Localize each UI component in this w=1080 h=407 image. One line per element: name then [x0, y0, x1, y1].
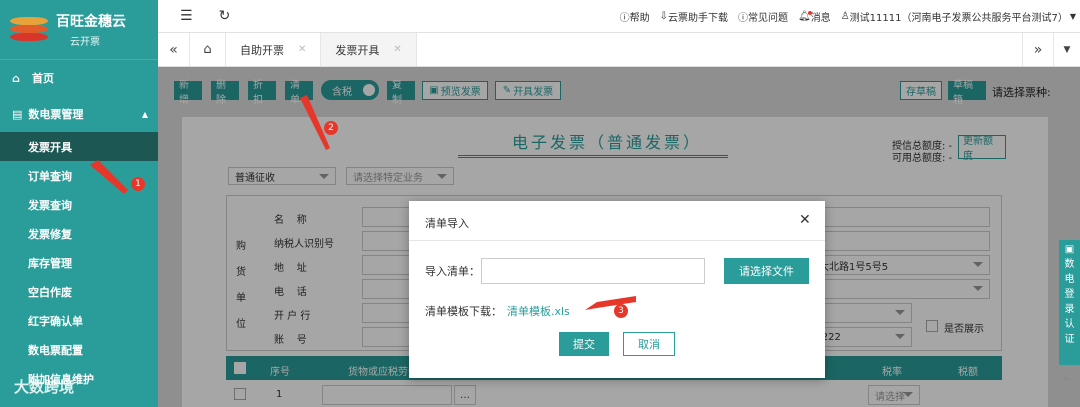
sidebar-item-red[interactable]: 红字确认单	[0, 306, 158, 335]
brand-logo: 百旺金穗云 云开票	[0, 0, 158, 60]
tabs-prev-icon[interactable]: «	[158, 33, 190, 66]
tabs-menu-icon[interactable]: ▼	[1054, 33, 1080, 66]
bell-icon: 🔔︎	[797, 10, 812, 22]
import-label: 导入清单：	[425, 265, 480, 278]
caret-down-icon: ▼	[1069, 11, 1076, 21]
close-icon[interactable]: ✕	[298, 44, 306, 55]
logo-icon	[10, 15, 48, 45]
watermark: 大数跨境	[14, 378, 75, 396]
refresh-icon[interactable]: ↻	[219, 8, 231, 24]
nav-home[interactable]: ⌂ 首页	[0, 60, 158, 96]
faq-icon: ⓘ	[737, 12, 748, 24]
tabs-next-icon[interactable]: »	[1022, 33, 1054, 66]
nav-group[interactable]: ▤ 数电票管理 ▲	[0, 96, 158, 132]
menu-toggle-icon[interactable]: ☰	[180, 8, 193, 24]
choose-file-button[interactable]: 请选择文件	[724, 258, 809, 284]
login-auth-widget[interactable]: ▣ 数电登录认证	[1059, 240, 1080, 365]
help-link[interactable]: ⓘ 帮助	[620, 9, 650, 24]
home-tab-icon[interactable]: ⌂	[190, 33, 226, 66]
brand-sub: 云开票	[70, 37, 100, 48]
dialog-title: 清单导入	[425, 217, 469, 230]
top-bar: ☰ ↻ ⓘ 帮助 ⇩ 云票助手下载 ⓘ 常见问题 🔔︎ 消息 ♙ 测试11111（…	[158, 0, 1080, 33]
faq-link[interactable]: ⓘ 常见问题	[738, 9, 788, 24]
tab-bar: « ⌂ 自助开票 ✕ 发票开具 ✕ » ▼	[158, 33, 1080, 67]
home-icon: ⌂	[12, 71, 20, 85]
annotation-badge-1: 1	[131, 177, 145, 191]
template-download-link[interactable]: 清单模板.xls	[507, 303, 570, 319]
annotation-badge-3: 3	[614, 304, 628, 318]
sidebar-item-issue[interactable]: 发票开具	[0, 132, 158, 161]
annotation-badge-2: 2	[324, 121, 338, 135]
tab-invoice-issue[interactable]: 发票开具 ✕	[321, 33, 417, 66]
close-icon[interactable]: ✕	[799, 212, 811, 228]
download-link[interactable]: ⇩ 云票助手下载	[660, 9, 728, 24]
user-menu[interactable]: ♙ 测试11111（河南电子发票公共服务平台测试7） ▼	[841, 9, 1076, 24]
download-icon: ⇩	[659, 10, 668, 22]
sidebar: 百旺金穗云 云开票 ⌂ 首页 ▤ 数电票管理 ▲ 发票开具 订单查询 发票查询 发票修…	[0, 0, 158, 407]
id-card-icon: ▣	[1064, 244, 1075, 255]
sidebar-item-query[interactable]: 发票查询	[0, 190, 158, 219]
sidebar-item-config[interactable]: 数电票配置	[0, 335, 158, 364]
message-link[interactable]: 🔔︎ 消息	[798, 9, 831, 24]
dialog-header	[409, 201, 825, 241]
user-icon: ♙	[840, 10, 850, 22]
template-label: 清单模板下载：	[425, 305, 502, 318]
cancel-button[interactable]: 取消	[623, 332, 675, 356]
brand-name: 百旺金穗云	[56, 14, 126, 30]
close-icon[interactable]: ✕	[393, 44, 401, 55]
sidebar-item-void[interactable]: 空白作废	[0, 277, 158, 306]
invoice-icon: ▤	[12, 108, 23, 121]
caret-up-icon: ▲	[141, 109, 148, 119]
list-import-dialog: 清单导入 ✕ 导入清单： 请选择文件 清单模板下载： 清单模板.xls 提交 取…	[409, 201, 825, 378]
submit-button[interactable]: 提交	[559, 332, 609, 356]
tab-self-issue[interactable]: 自助开票 ✕	[226, 33, 322, 66]
question-icon: ⓘ	[619, 12, 630, 24]
sidebar-item-repair[interactable]: 发票修复	[0, 219, 158, 248]
sidebar-item-stock[interactable]: 库存管理	[0, 248, 158, 277]
expand-icon[interactable]: »	[1063, 372, 1070, 385]
file-path-input[interactable]	[481, 258, 705, 284]
